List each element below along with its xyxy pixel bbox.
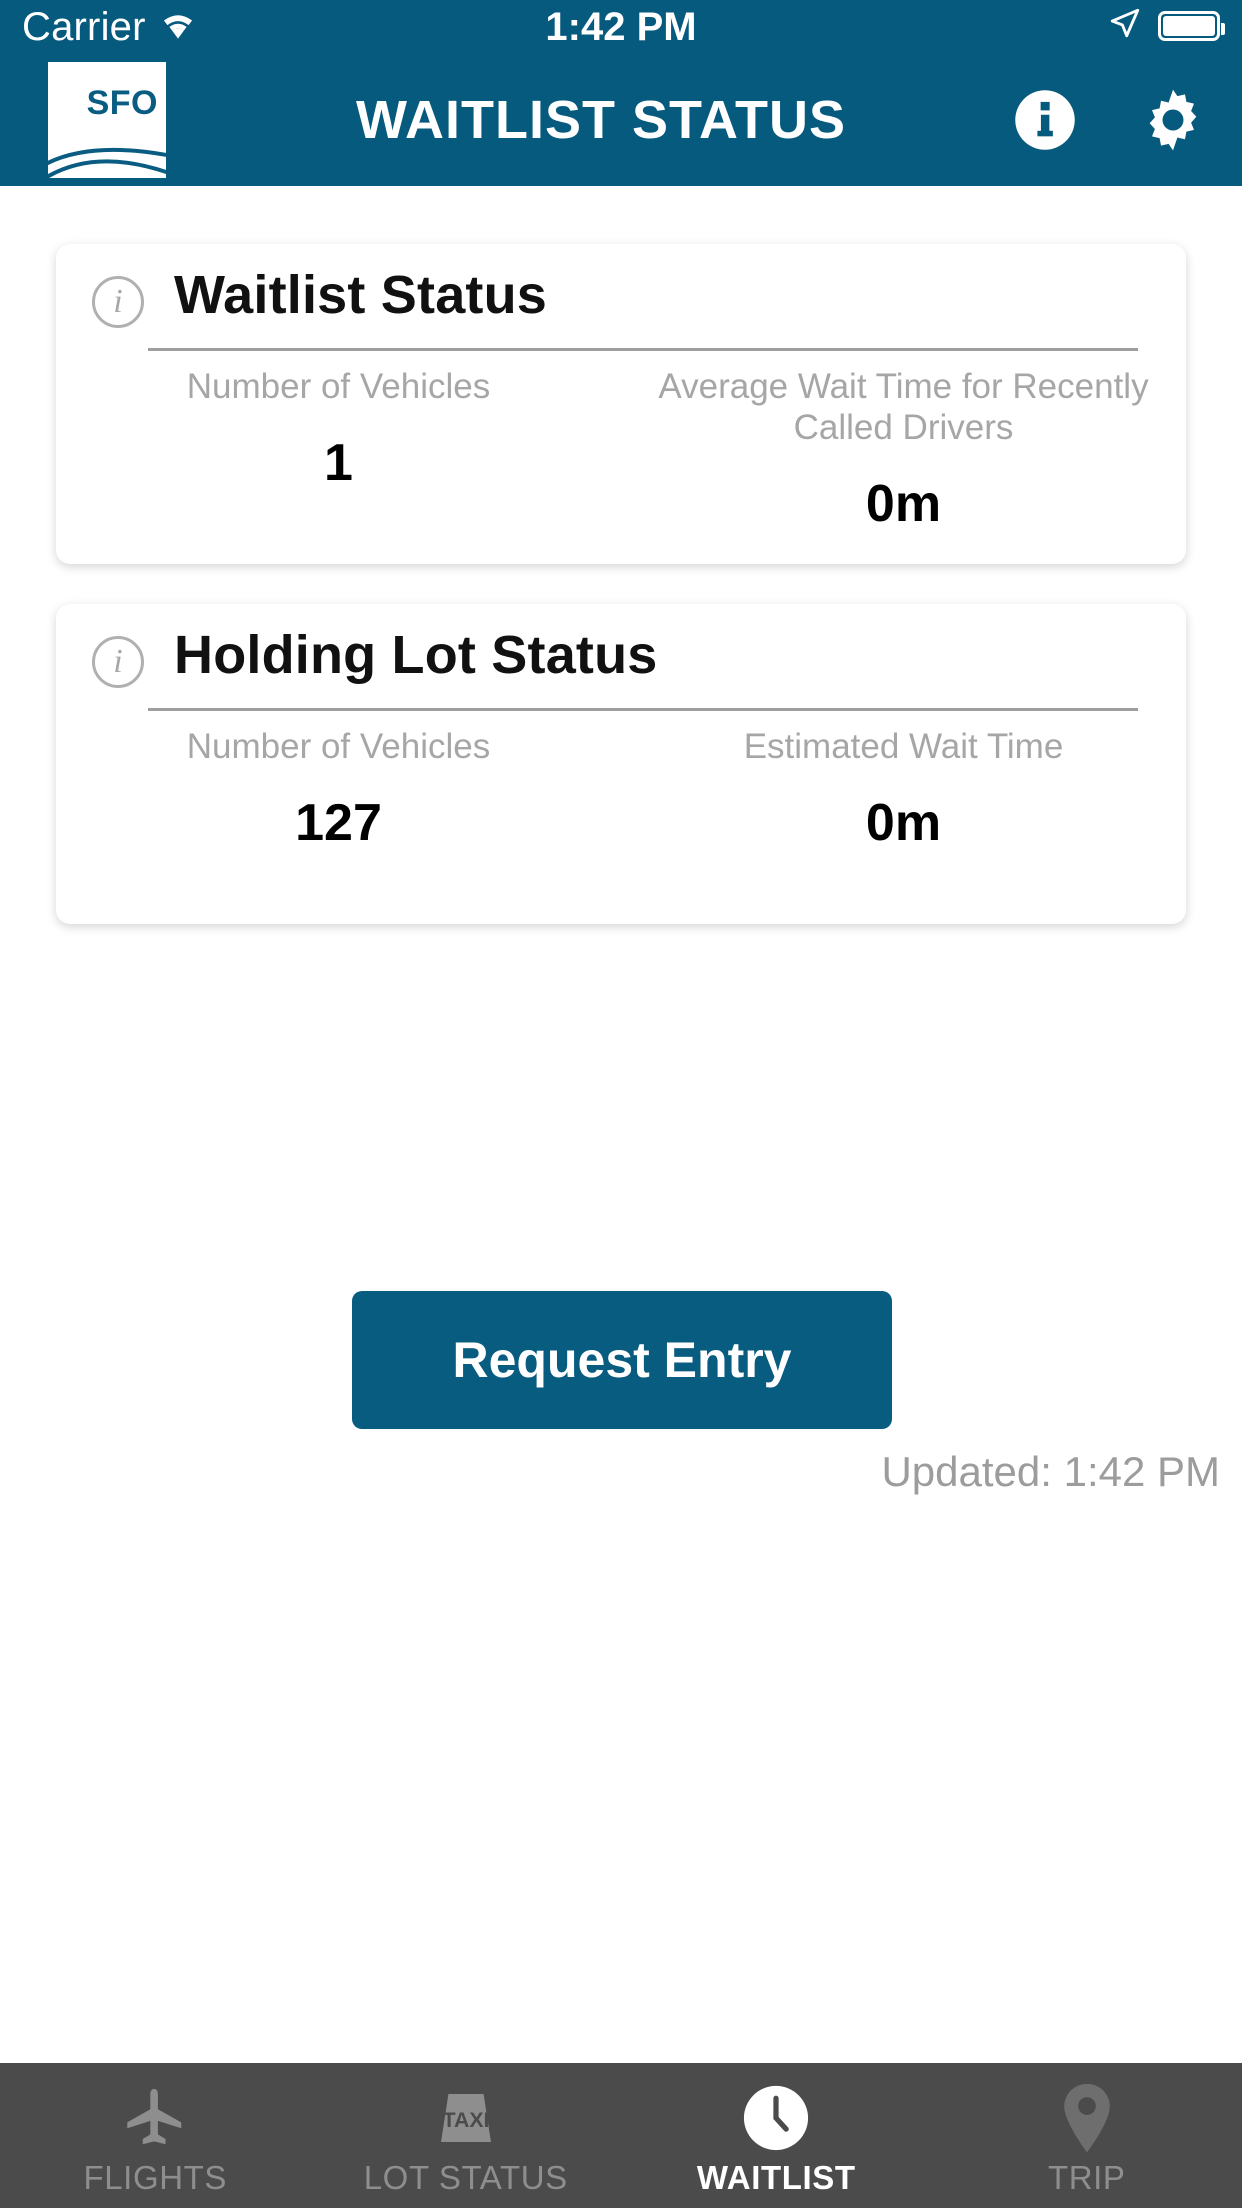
card-title: Holding Lot Status: [174, 625, 658, 685]
stat-number-of-vehicles: Number of Vehicles 127: [56, 726, 621, 853]
svg-text:TAXI: TAXI: [442, 2108, 489, 2132]
tab-label: LOT STATUS: [363, 2159, 568, 2196]
airplane-icon: [120, 2081, 190, 2155]
stat-label: Number of Vehicles: [186, 367, 491, 406]
holding-lot-status-card: i Holding Lot Status Number of Vehicles …: [56, 604, 1186, 924]
card-header: i Holding Lot Status: [56, 604, 1186, 716]
stat-number-of-vehicles: Number of Vehicles 1: [56, 366, 621, 534]
info-outline-icon[interactable]: i: [92, 636, 144, 688]
stat-estimated-wait-time: Estimated Wait Time 0m: [621, 726, 1186, 853]
stat-label: Average Wait Time for Recently Called Dr…: [658, 367, 1149, 447]
stat-average-wait-time: Average Wait Time for Recently Called Dr…: [621, 366, 1186, 534]
info-outline-icon[interactable]: i: [92, 276, 144, 328]
card-divider: [148, 348, 1138, 351]
card-divider: [148, 708, 1138, 711]
tab-label: FLIGHTS: [83, 2159, 228, 2196]
map-pin-icon: [1056, 2081, 1118, 2155]
card-stats: Number of Vehicles 1 Average Wait Time f…: [56, 366, 1186, 534]
taxi-sign-icon: TAXI: [429, 2081, 503, 2155]
last-updated-label: Updated: 1:42 PM: [881, 1448, 1220, 1495]
app-screen: Carrier 1:42 PM SFO WAITLIST STATUS i Wa…: [0, 0, 1242, 2208]
clock-icon: [739, 2081, 813, 2155]
battery-full-icon: [1158, 10, 1225, 41]
stat-value: 0m: [865, 794, 942, 852]
status-bar-time: 1:42 PM: [545, 5, 697, 49]
gear-icon[interactable]: [1138, 85, 1208, 155]
tab-flights[interactable]: FLIGHTS: [0, 2063, 311, 2208]
main-content: i Waitlist Status Number of Vehicles 1 A…: [0, 186, 1242, 2063]
tab-lot-status[interactable]: TAXI LOT STATUS: [311, 2063, 622, 2208]
bottom-tab-bar: FLIGHTS TAXI LOT STATUS WAITLIST TRIP: [0, 2063, 1242, 2208]
status-bar-right: [1108, 6, 1225, 45]
nav-actions: [1010, 54, 1208, 186]
stat-label: Number of Vehicles: [186, 727, 491, 766]
location-arrow-icon: [1108, 6, 1142, 45]
nav-bar: SFO WAITLIST STATUS: [0, 54, 1242, 186]
tab-trip[interactable]: TRIP: [932, 2063, 1242, 2208]
request-entry-button[interactable]: Request Entry: [352, 1291, 892, 1429]
status-bar: Carrier 1:42 PM: [0, 0, 1242, 54]
waitlist-status-card: i Waitlist Status Number of Vehicles 1 A…: [56, 244, 1186, 564]
stat-value: 1: [324, 434, 353, 492]
card-title: Waitlist Status: [174, 265, 548, 325]
info-circle-icon[interactable]: [1010, 85, 1080, 155]
card-header: i Waitlist Status: [56, 244, 1186, 356]
card-stats: Number of Vehicles 127 Estimated Wait Ti…: [56, 726, 1186, 853]
stat-value: 127: [295, 794, 382, 852]
stat-label: Estimated Wait Time: [743, 727, 1064, 766]
tab-label: TRIP: [1047, 2159, 1126, 2196]
tab-label: WAITLIST: [696, 2159, 856, 2196]
stat-value: 0m: [865, 475, 942, 533]
tab-waitlist[interactable]: WAITLIST: [621, 2063, 932, 2208]
